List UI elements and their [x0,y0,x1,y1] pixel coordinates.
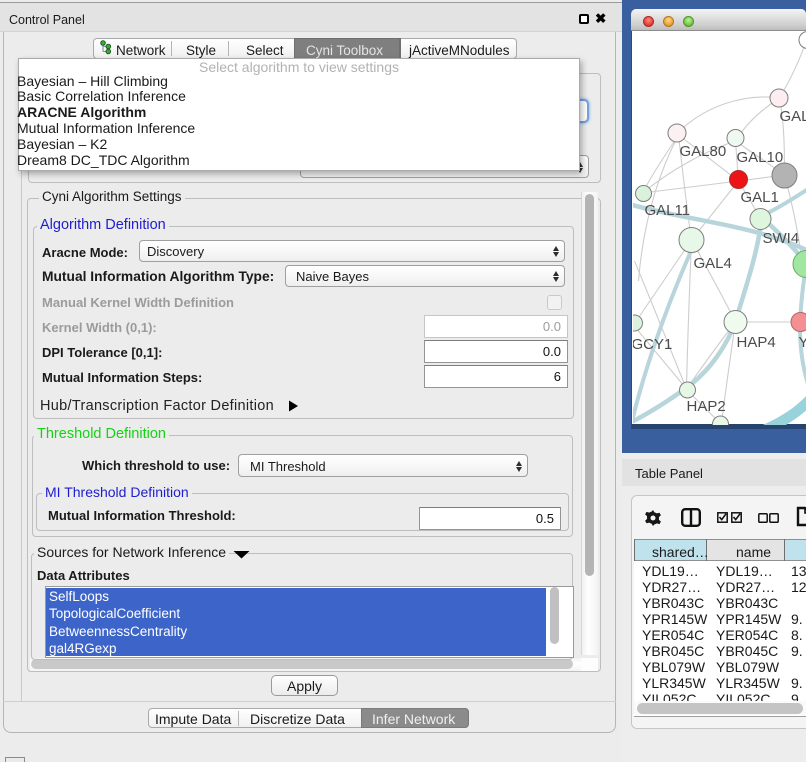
svg-text:SWI4: SWI4 [762,230,799,247]
svg-text:GAL11: GAL11 [644,202,690,219]
svg-text:GCY1: GCY1 [633,336,672,353]
svg-text:HAP4: HAP4 [736,334,775,351]
svg-text:GAL10: GAL10 [736,149,783,166]
svg-text:Y: Y [798,334,806,351]
svg-text:GAL1: GAL1 [740,189,778,206]
svg-text:GAL4: GAL4 [693,255,731,272]
svg-text:GAL80: GAL80 [679,143,726,160]
svg-text:HAP2: HAP2 [686,398,725,415]
svg-text:GAL2: GAL2 [779,108,806,125]
